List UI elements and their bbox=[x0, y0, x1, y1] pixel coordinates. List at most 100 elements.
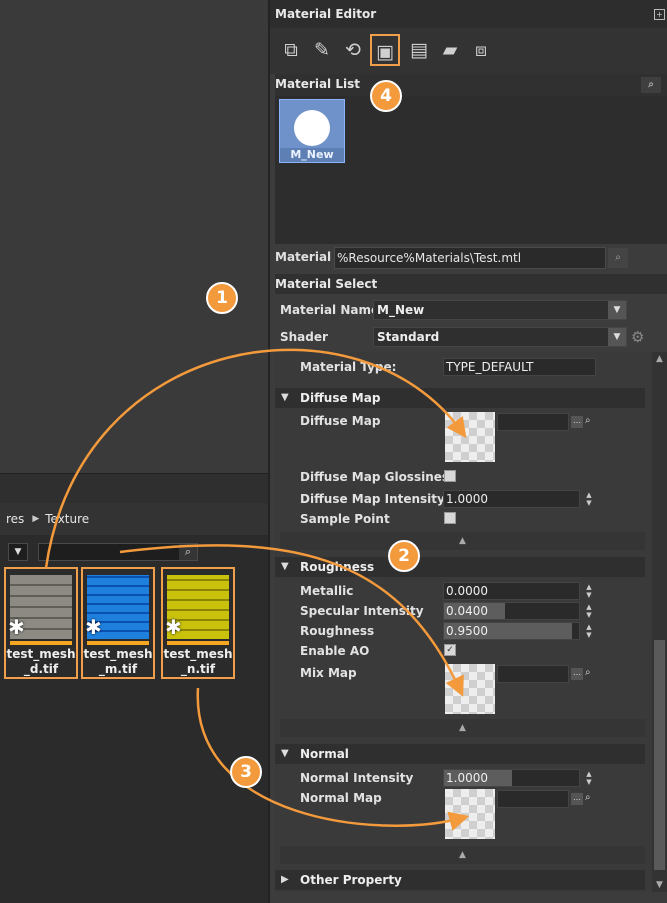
material-list-title: Material List bbox=[275, 77, 360, 91]
pick-material-button[interactable]: ✎ bbox=[307, 34, 337, 66]
asset-tile-diffuse[interactable]: ✱ test_mesh_d.tif bbox=[4, 567, 78, 679]
panel-title: Material Editor bbox=[270, 0, 667, 28]
normal-intensity-field[interactable]: 1.0000 bbox=[443, 769, 580, 787]
metallic-value: 0.0000 bbox=[446, 584, 488, 598]
chevron-down-icon: ▼ bbox=[14, 547, 22, 557]
asset-tile-normal[interactable]: ✱ test_mesh_n.tif bbox=[161, 567, 235, 679]
chevron-down-icon[interactable]: ▼ bbox=[608, 328, 626, 346]
breadcrumb-root[interactable]: res bbox=[6, 512, 24, 526]
diffuse-map-path[interactable] bbox=[497, 413, 569, 431]
browser-toolbar: ▼ ⌕ bbox=[0, 535, 268, 563]
save-button[interactable]: ▣ bbox=[370, 34, 400, 66]
asset-name: test_mesh_d.tif bbox=[6, 647, 76, 676]
gear-icon[interactable]: ⚙ bbox=[631, 328, 644, 346]
texture-type-bar bbox=[167, 641, 229, 645]
property-panel: Material Type: TYPE_DEFAULT ▼ Diffuse Ma… bbox=[275, 352, 667, 892]
reset-icon: ⟲ bbox=[345, 39, 361, 61]
assign-material-button[interactable]: ⧈ bbox=[466, 34, 496, 66]
eyedropper-icon: ✎ bbox=[314, 39, 330, 61]
dock-pin-icon[interactable]: + bbox=[654, 9, 665, 20]
reset-material-button[interactable]: ⟲ bbox=[338, 34, 368, 66]
specular-field[interactable]: 0.0400 bbox=[443, 602, 580, 620]
save-icon: ▣ bbox=[376, 41, 394, 63]
section-roughness[interactable]: ▼ Roughness bbox=[275, 557, 645, 577]
spin-arrows-icon[interactable]: ▲ ▼ bbox=[585, 583, 593, 599]
asset-name: test_mesh_m.tif bbox=[83, 647, 153, 676]
ellipsis-icon[interactable]: … bbox=[571, 668, 583, 680]
asterisk-icon: ✱ bbox=[165, 615, 182, 639]
material-type-value: TYPE_DEFAULT bbox=[446, 360, 534, 374]
chevron-down-icon[interactable]: ▼ bbox=[652, 880, 667, 890]
asset-name: test_mesh_n.tif bbox=[163, 647, 233, 676]
section-title: Roughness bbox=[300, 560, 375, 574]
editor-toolbar: ⧉ ✎ ⟲ ▣ ▤ ▰ ⧈ bbox=[270, 28, 667, 74]
collapse-section-button[interactable]: ▲ bbox=[280, 719, 645, 737]
section-other-property[interactable]: ▶ Other Property bbox=[275, 870, 645, 890]
chevron-down-icon: ▼ bbox=[281, 392, 289, 403]
asset-tile-mix[interactable]: ✱ test_mesh_m.tif bbox=[81, 567, 155, 679]
step-badge-4: 4 bbox=[370, 80, 402, 112]
step-badge-2: 2 bbox=[388, 540, 420, 572]
normal-intensity-label: Normal Intensity bbox=[300, 771, 414, 785]
mix-map-path[interactable] bbox=[497, 665, 569, 683]
step-badge-1: 1 bbox=[206, 282, 238, 314]
chevron-down-icon[interactable]: ▼ bbox=[608, 301, 626, 319]
shader-combo[interactable]: Standard ▼ bbox=[373, 327, 627, 347]
property-scrollbar[interactable]: ▲ ▼ bbox=[652, 352, 667, 892]
spin-arrows-icon[interactable]: ▲ ▼ bbox=[585, 623, 593, 639]
breadcrumb-current[interactable]: Texture bbox=[45, 512, 89, 526]
open-folder-button[interactable]: ▰ bbox=[435, 34, 465, 66]
normal-map-path[interactable] bbox=[497, 790, 569, 808]
collapse-section-button[interactable]: ▲ bbox=[280, 846, 645, 864]
spin-arrows-icon[interactable]: ▲ ▼ bbox=[585, 603, 593, 619]
asterisk-icon: ✱ bbox=[85, 615, 102, 639]
material-list-header: Material List ⌕ bbox=[275, 74, 667, 96]
enable-ao-checkbox[interactable]: ✓ bbox=[444, 644, 456, 656]
save-as-button[interactable]: ▤ bbox=[404, 34, 434, 66]
sample-point-checkbox[interactable] bbox=[444, 512, 456, 524]
material-item[interactable]: M_New bbox=[279, 99, 345, 163]
view-dropdown-button[interactable]: ▼ bbox=[8, 543, 28, 561]
section-normal[interactable]: ▼ Normal bbox=[275, 744, 645, 764]
diffuse-glossiness-checkbox[interactable] bbox=[444, 470, 456, 482]
material-file-field[interactable]: %Resource%Materials\Test.mtl bbox=[334, 247, 606, 269]
spin-arrows-icon[interactable]: ▲ ▼ bbox=[585, 491, 593, 507]
assign-icon: ⧈ bbox=[474, 39, 488, 61]
new-material-button[interactable]: ⧉ bbox=[276, 34, 306, 66]
diffuse-map-slot[interactable] bbox=[445, 412, 495, 462]
search-icon[interactable]: ⌕ bbox=[585, 792, 591, 803]
search-icon[interactable]: ⌕ bbox=[585, 667, 591, 678]
asterisk-icon: ✱ bbox=[8, 615, 25, 639]
material-type-label: Material Type: bbox=[300, 360, 397, 374]
roughness-label: Roughness bbox=[300, 624, 375, 638]
material-type-field[interactable]: TYPE_DEFAULT bbox=[443, 358, 596, 376]
diffuse-map-label: Diffuse Map bbox=[300, 414, 381, 428]
search-icon[interactable]: ⌕ bbox=[641, 77, 661, 93]
save-as-icon: ▤ bbox=[410, 39, 428, 61]
chevron-up-icon[interactable]: ▲ bbox=[652, 354, 667, 364]
section-diffuse-map[interactable]: ▼ Diffuse Map bbox=[275, 388, 645, 408]
diffuse-intensity-value: 1.0000 bbox=[446, 492, 488, 506]
ellipsis-icon[interactable]: … bbox=[571, 416, 583, 428]
spin-arrows-icon[interactable]: ▲ ▼ bbox=[585, 770, 593, 786]
enable-ao-label: Enable AO bbox=[300, 644, 370, 658]
metallic-field[interactable]: 0.0000 bbox=[443, 582, 580, 600]
scrollbar-thumb[interactable] bbox=[654, 640, 665, 870]
mix-map-slot[interactable] bbox=[445, 664, 495, 714]
specular-label: Specular Intensity bbox=[300, 604, 424, 618]
diffuse-intensity-field[interactable]: 1.0000 bbox=[443, 490, 580, 508]
search-icon[interactable]: ⌕ bbox=[179, 544, 197, 560]
roughness-field[interactable]: 0.9500 bbox=[443, 622, 580, 640]
panel-divider bbox=[0, 473, 268, 503]
texture-type-bar bbox=[87, 641, 149, 645]
asset-search-input[interactable]: ⌕ bbox=[38, 543, 198, 561]
roughness-value: 0.9500 bbox=[446, 624, 488, 638]
ellipsis-icon[interactable]: … bbox=[571, 793, 583, 805]
normal-map-slot[interactable] bbox=[445, 789, 495, 839]
browse-file-button[interactable]: ⌕ bbox=[608, 248, 628, 268]
folder-icon: ▰ bbox=[442, 39, 458, 61]
collapse-section-button[interactable]: ▲ bbox=[280, 532, 645, 550]
material-name-combo[interactable]: M_New ▼ bbox=[373, 300, 627, 320]
normal-intensity-value: 1.0000 bbox=[446, 771, 488, 785]
search-icon[interactable]: ⌕ bbox=[585, 415, 591, 426]
